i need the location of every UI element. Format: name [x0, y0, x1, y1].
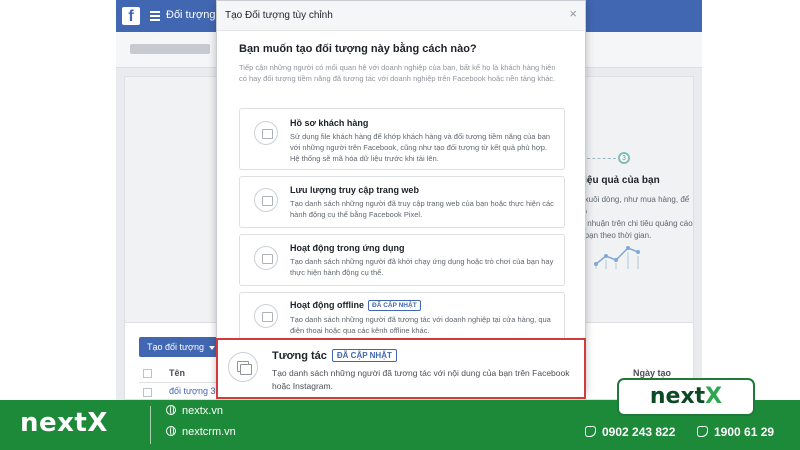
- column-name: Tên: [169, 368, 186, 378]
- page: f Đối tượng 3 hiệu quả của bạn n xuôi dò…: [0, 0, 800, 450]
- option-text: Tạo danh sách những người đã tương tác v…: [290, 315, 551, 335]
- website-icon: [254, 188, 278, 212]
- chart-illustration-icon: [594, 246, 640, 269]
- background-text-line-2: ơi nhuận trên chi tiêu quảng cáo: [578, 219, 693, 228]
- nextx-logo-word: next: [649, 384, 706, 409]
- option-text: Tạo danh sách những người đã truy cập tr…: [290, 199, 554, 219]
- phone-icon: [697, 426, 708, 437]
- page-title: Đối tượng: [166, 9, 216, 21]
- option-engagement-highlighted[interactable]: Tương tác ĐÃ CẬP NHẬT Tạo danh sách những…: [216, 338, 586, 399]
- globe-icon: [166, 405, 176, 415]
- step-connector: [582, 158, 616, 159]
- option-name-text: Hoạt động offline: [290, 300, 364, 310]
- option-name: Tương tác ĐÃ CẬP NHẬT: [272, 349, 397, 362]
- menu-icon[interactable]: [150, 11, 160, 21]
- facebook-logo[interactable]: f: [122, 7, 140, 25]
- create-audience-label: Tạo đối tượng: [147, 342, 204, 352]
- dialog-question: Bạn muốn tạo đối tượng này bằng cách nào…: [239, 43, 477, 55]
- create-custom-audience-dialog: Tạo Đối tượng tùy chỉnh × Bạn muốn tạo đ…: [216, 0, 586, 392]
- option-name: Hoạt động offline ĐÃ CẬP NHẬT: [290, 300, 421, 311]
- option-text: Tạo danh sách những người đã tương tác v…: [272, 368, 570, 391]
- updated-badge: ĐÃ CẬP NHẬT: [368, 300, 421, 311]
- footer-link-text: nextx.vn: [182, 405, 223, 417]
- option-name: Hồ sơ khách hàng: [290, 118, 369, 128]
- footer-logo: nextX: [20, 408, 108, 438]
- option-name: Lưu lượng truy cập trang web: [290, 185, 419, 195]
- nextx-logo-x: X: [705, 384, 723, 409]
- background-heading: hiệu quả của bạn: [578, 175, 660, 186]
- dialog-header: Tạo Đối tượng tùy chỉnh ×: [217, 1, 585, 31]
- option-offline-activity[interactable]: Hoạt động offline ĐÃ CẬP NHẬT Tạo danh sá…: [239, 292, 565, 344]
- offline-icon: [254, 304, 278, 328]
- option-website-traffic[interactable]: Lưu lượng truy cập trang web Tạo danh sá…: [239, 176, 565, 228]
- background-text: n xuôi dòng, như mua hàng, để đo ơi nhuậ…: [578, 194, 698, 242]
- nextx-logo-badge: nextX: [617, 378, 755, 416]
- customer-file-icon: [254, 121, 278, 145]
- updated-badge: ĐÃ CẬP NHẬT: [331, 349, 397, 362]
- toolbar-placeholder: [130, 44, 210, 54]
- app-icon: [254, 246, 278, 270]
- option-text: Tạo danh sách những người đã khởi chạy ứ…: [290, 257, 554, 277]
- footer-divider: [150, 406, 151, 444]
- footer-link-text: nextcrm.vn: [182, 426, 236, 438]
- engagement-icon: [228, 352, 258, 382]
- phone-number: 1900 61 29: [714, 425, 775, 439]
- option-app-activity[interactable]: Hoạt động trong ứng dụng Tạo danh sách n…: [239, 234, 565, 286]
- phone-icon: [585, 426, 596, 437]
- footer-link-nextcrm[interactable]: nextcrm.vn: [166, 426, 236, 438]
- create-audience-button[interactable]: Tạo đối tượng: [139, 337, 219, 357]
- footer-phone-2[interactable]: 1900 61 29: [697, 425, 774, 439]
- close-icon[interactable]: ×: [569, 7, 577, 21]
- option-name-text: Tương tác: [272, 350, 327, 362]
- column-date: Ngày tạo: [633, 368, 672, 378]
- phone-number: 0902 243 822: [602, 425, 676, 439]
- option-text: Sử dụng file khách hàng để khớp khách hà…: [290, 132, 551, 163]
- background-text-line-1: n xuôi dòng, như mua hàng, để đo: [578, 195, 690, 216]
- dialog-description: Tiếp cận những người có mối quan hệ với …: [239, 63, 556, 83]
- select-all-checkbox[interactable]: [143, 369, 152, 378]
- row-checkbox[interactable]: [143, 388, 152, 397]
- option-name: Hoạt động trong ứng dụng: [290, 243, 405, 253]
- step-indicator: 3: [618, 152, 630, 164]
- caret-down-icon: [208, 345, 215, 350]
- footer-link-nextx[interactable]: nextx.vn: [166, 405, 223, 417]
- dialog-title: Tạo Đối tượng tùy chỉnh: [225, 10, 333, 21]
- globe-icon: [166, 426, 176, 436]
- footer-phone-1[interactable]: 0902 243 822: [585, 425, 675, 439]
- option-customer-file[interactable]: Hồ sơ khách hàng Sử dụng file khách hàng…: [239, 108, 565, 170]
